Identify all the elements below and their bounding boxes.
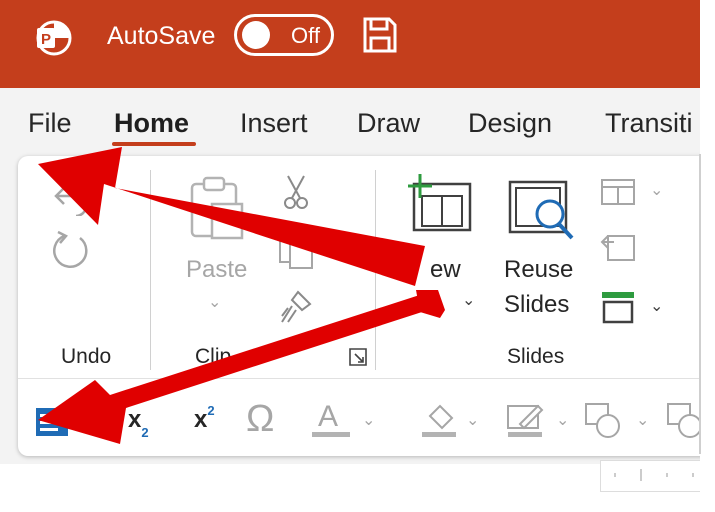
superscript-button[interactable]: x2: [194, 403, 215, 434]
undo-icon[interactable]: [52, 180, 92, 216]
text-style-icon[interactable]: [34, 406, 70, 438]
chevron-down-icon[interactable]: ⌄: [650, 296, 663, 316]
window-edge: [700, 0, 715, 512]
group-separator: [150, 170, 151, 370]
highlight-icon[interactable]: [420, 402, 458, 438]
save-icon[interactable]: [362, 16, 398, 54]
active-tab-indicator: [112, 142, 196, 146]
chevron-down-icon[interactable]: ⌄: [462, 290, 475, 310]
tab-draw[interactable]: Draw: [357, 108, 420, 139]
section-icon[interactable]: [600, 290, 636, 326]
superscript-x: x: [194, 406, 208, 433]
copy-icon[interactable]: [278, 234, 314, 270]
autosave-toggle[interactable]: Off: [234, 14, 334, 56]
tab-design[interactable]: Design: [468, 108, 552, 139]
window-edge-line: [699, 154, 701, 454]
group-separator: [375, 170, 376, 370]
paste-label[interactable]: Paste: [186, 252, 247, 288]
font-color-icon[interactable]: A: [318, 400, 338, 434]
new-slide-label-2[interactable]: e: [428, 287, 441, 323]
chevron-down-icon[interactable]: ⌄: [636, 410, 649, 430]
tab-insert[interactable]: Insert: [240, 108, 308, 139]
chevron-down-icon[interactable]: ⌄: [208, 292, 221, 312]
subscript-x: x: [128, 406, 142, 433]
slides-group-label: Slides: [507, 345, 565, 368]
redo-icon[interactable]: [50, 228, 94, 272]
reuse-slides-label-2[interactable]: Slides: [504, 287, 569, 323]
layout-icon[interactable]: [600, 178, 636, 206]
superscript-digit: 2: [207, 403, 215, 418]
chevron-down-icon[interactable]: ⌄: [362, 410, 375, 430]
paste-icon[interactable]: [188, 176, 244, 240]
tab-transitions[interactable]: Transiti: [605, 108, 693, 139]
chevron-down-icon[interactable]: ⌄: [466, 410, 479, 430]
pen-icon[interactable]: [506, 402, 546, 438]
svg-text:P: P: [41, 31, 51, 48]
new-slide-icon[interactable]: [404, 172, 474, 234]
format-painter-icon[interactable]: [278, 288, 316, 326]
ribbon-row-divider: [18, 378, 700, 379]
autosave-label: AutoSave: [107, 22, 216, 50]
dialog-launcher-icon[interactable]: [348, 347, 368, 367]
shapes-icon[interactable]: [666, 402, 700, 440]
reuse-slides-icon[interactable]: [506, 178, 578, 242]
toggle-knob: [242, 21, 270, 49]
chevron-down-icon[interactable]: ⌄: [556, 410, 569, 430]
chevron-down-icon[interactable]: ⌄: [650, 180, 663, 200]
subscript-button[interactable]: x2: [128, 406, 149, 440]
cut-icon[interactable]: [282, 174, 310, 210]
undo-group-label: Undo: [61, 345, 112, 368]
reset-icon[interactable]: [600, 232, 636, 262]
powerpoint-logo-icon[interactable]: P: [34, 18, 74, 58]
omega-symbol-icon[interactable]: Ω: [246, 398, 274, 441]
font-color-bar: [312, 432, 350, 437]
tab-file[interactable]: File: [28, 108, 72, 139]
tab-home[interactable]: Home: [114, 108, 189, 139]
ruler-ticks: [614, 469, 694, 481]
shapes-icon[interactable]: [584, 402, 624, 440]
ribbon-tabs: File Home Insert Draw Design Transiti: [0, 88, 700, 154]
clipboard-group-label: Clip: [195, 345, 232, 368]
new-slide-label[interactable]: ew: [430, 252, 461, 288]
ruler: [600, 460, 702, 492]
title-bar: P AutoSave Off: [0, 0, 700, 88]
app-window: P AutoSave Off File Home Insert Draw Des…: [0, 0, 715, 512]
subscript-digit: 2: [141, 425, 149, 440]
autosave-state: Off: [291, 23, 320, 48]
reuse-slides-label[interactable]: Reuse: [504, 252, 573, 288]
